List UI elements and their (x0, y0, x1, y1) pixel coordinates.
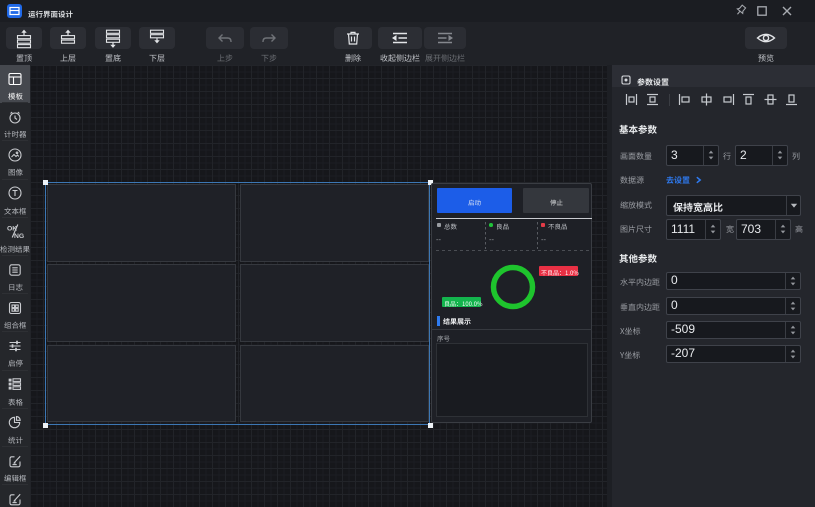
svg-text:NG: NG (14, 233, 24, 239)
